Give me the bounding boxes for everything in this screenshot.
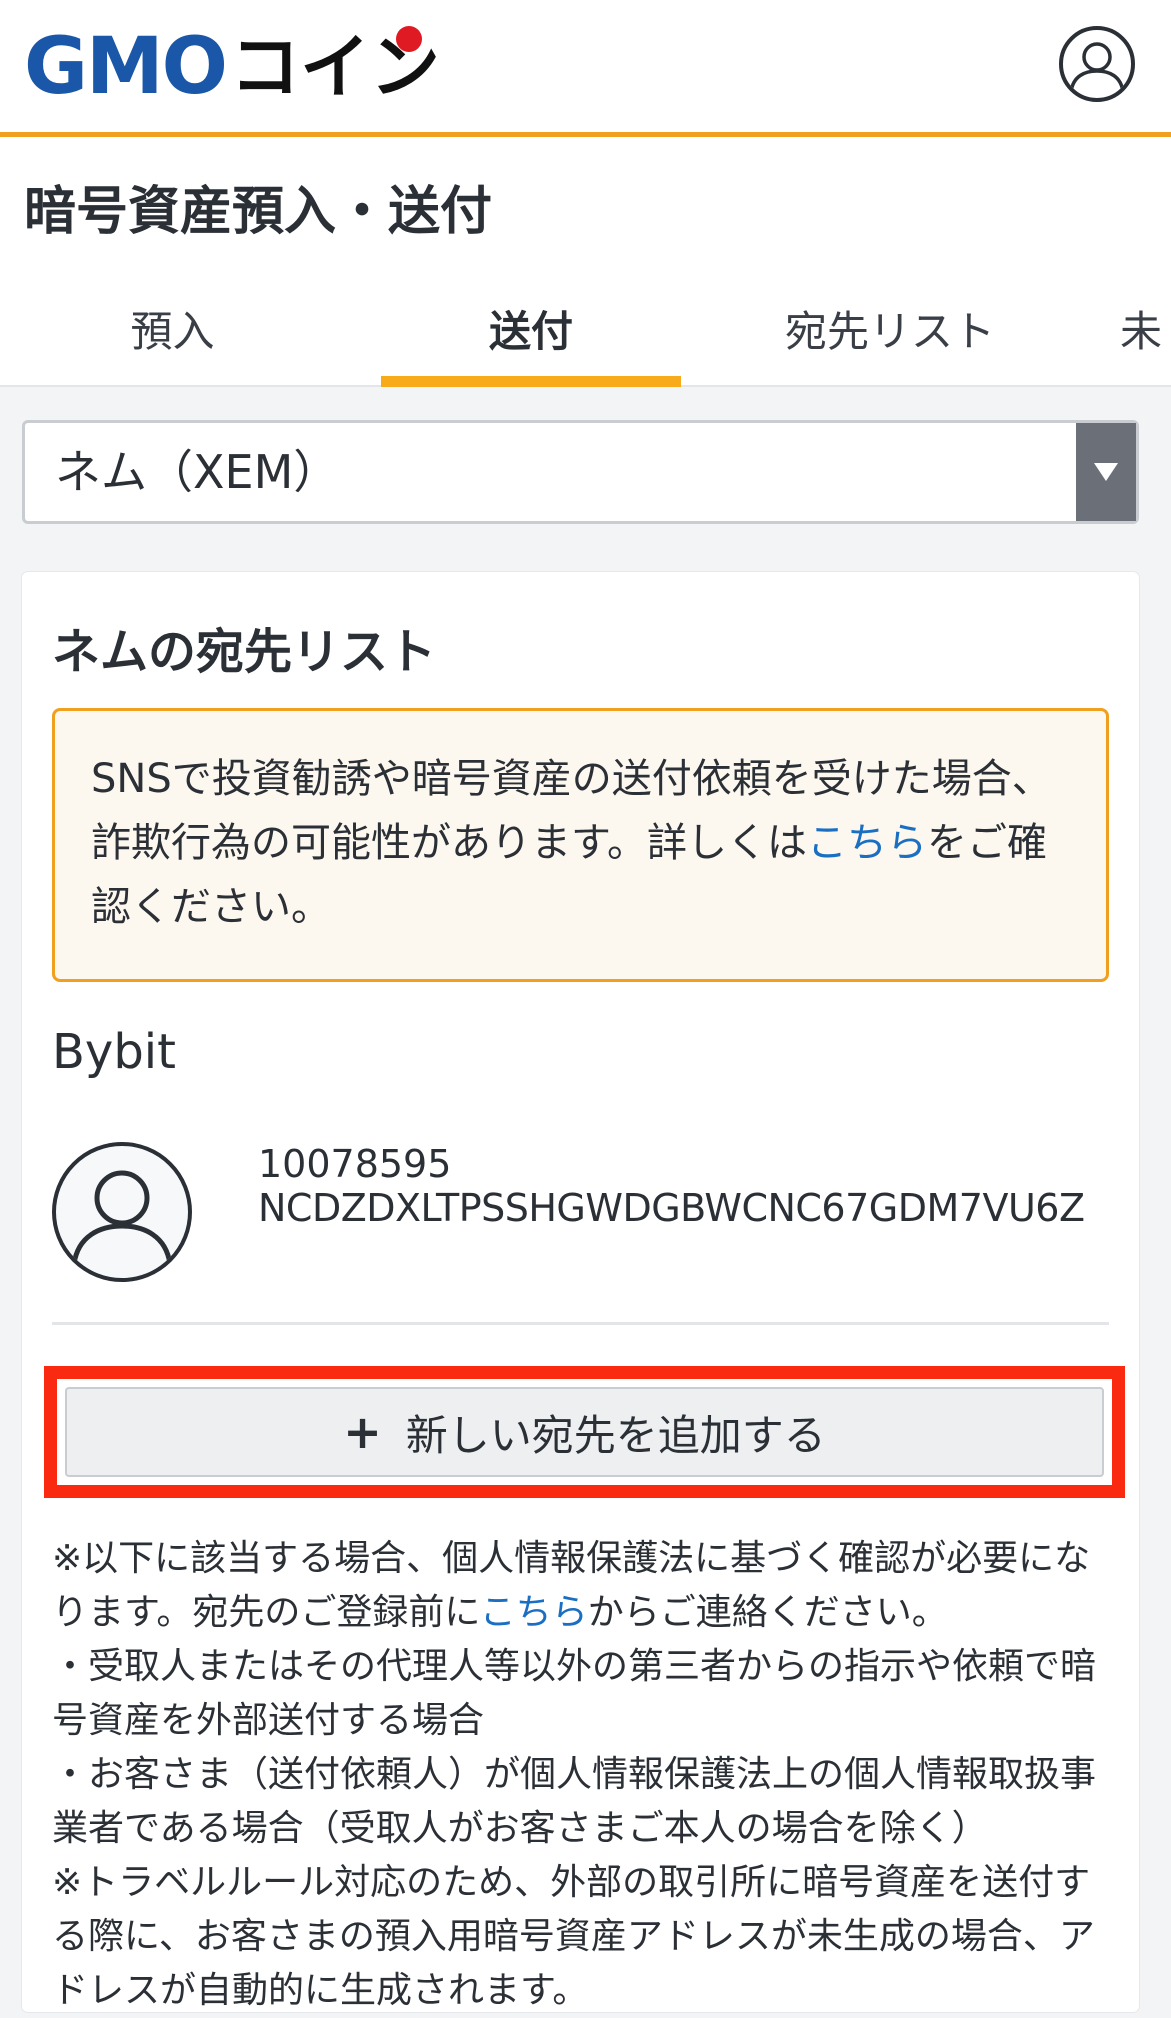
select-arrow-button[interactable] [1076, 423, 1136, 521]
notes-section: ※以下に該当する場合、個人情報保護法に基づく確認が必要になります。宛先のご登録前… [52, 1532, 1122, 2018]
logo-red-dot [395, 26, 422, 52]
note-travel-rule: ※トラベルルール対応のため、外部の取引所に暗号資産を送付する際に、お客さまの預入… [52, 1862, 1095, 2011]
card-title: ネムの宛先リスト [52, 624, 437, 680]
currency-select-value: ネム（XEM） [55, 445, 340, 499]
contact-link[interactable]: こちら [480, 1592, 588, 1633]
note-business-operator: ・お客さま（送付依頼人）が個人情報保護法上の個人情報取扱事業者である場合（受取人… [52, 1754, 1097, 1849]
logo-gmo-text: GMO [24, 22, 228, 112]
destination-avatar-icon [52, 1142, 192, 1282]
tab-unconfirmed[interactable]: 未 [1120, 287, 1171, 387]
destination-tag: 10078595 [258, 1142, 452, 1186]
gmo-coin-logo[interactable]: GMO コイン [24, 22, 440, 112]
warning-details-link[interactable]: こちら [807, 820, 927, 866]
add-destination-label: 新しい宛先を追加する [405, 1410, 826, 1460]
tab-bar: 預入 送付 宛先リスト 未 [0, 287, 1171, 387]
divider [52, 1322, 1109, 1325]
fraud-warning-box: SNSで投資勧誘や暗号資産の送付依頼を受けた場合、詐欺行為の可能性があります。詳… [52, 708, 1109, 982]
logo-coin-text: コイン [230, 26, 440, 102]
currency-select[interactable]: ネム（XEM） [22, 420, 1139, 524]
destination-address: NCDZDXLTPSSHGWDGBWCNC67GDM7VU6Z [258, 1186, 1085, 1230]
tab-send[interactable]: 送付 [381, 287, 681, 387]
plus-icon: + [343, 1405, 382, 1459]
user-silhouette-icon [71, 1170, 173, 1265]
tab-deposit[interactable]: 預入 [50, 287, 295, 387]
page-title: 暗号資産預入・送付 [24, 182, 493, 242]
tab-address-list[interactable]: 宛先リスト [760, 287, 1020, 387]
title-area: 暗号資産預入・送付 預入 送付 宛先リスト 未 [0, 137, 1171, 387]
user-icon [1069, 42, 1125, 93]
add-destination-button[interactable]: + 新しい宛先を追加する [65, 1387, 1104, 1477]
app-header: GMO コイン [0, 0, 1171, 137]
note-paragraph: ※以下に該当する場合、個人情報保護法に基づく確認が必要になります。宛先のご登録前… [52, 1532, 1122, 1640]
note-text-end: からご連絡ください。 [587, 1592, 948, 1633]
add-destination-highlight: + 新しい宛先を追加する [44, 1366, 1125, 1498]
destination-list-card: ネムの宛先リスト SNSで投資勧誘や暗号資産の送付依頼を受けた場合、詐欺行為の可… [22, 572, 1139, 2012]
user-account-icon[interactable] [1059, 26, 1135, 102]
destination-name[interactable]: Bybit [52, 1024, 176, 1080]
note-third-party: ・受取人またはその代理人等以外の第三者からの指示や依頼で暗号資産を外部送付する場… [52, 1646, 1097, 1741]
chevron-down-icon [1094, 463, 1118, 481]
